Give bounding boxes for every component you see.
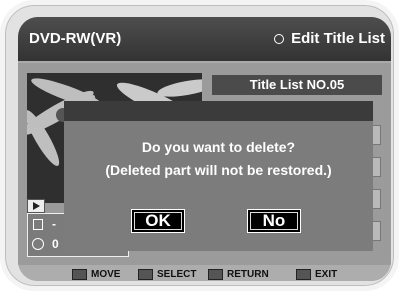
tv-bezel: DVD-RW(VR) Edit Title List Title List NO… (0, 0, 399, 291)
ok-button[interactable]: OK (131, 209, 185, 233)
help-exit: EXIT (296, 269, 337, 280)
title-bar: DVD-RW(VR) Edit Title List (18, 17, 391, 63)
help-exit-label: EXIT (315, 269, 338, 280)
document-icon (33, 219, 43, 230)
help-return: RETURN (208, 269, 269, 280)
disc-type-label: DVD-RW(VR) (29, 30, 122, 47)
help-move: MOVE (72, 269, 120, 280)
select-icon (138, 269, 153, 280)
clock-icon (32, 238, 44, 250)
no-button[interactable]: No (247, 209, 301, 233)
menu-title: Edit Title List (274, 30, 385, 47)
help-bar: MOVE SELECT RETURN EXIT (18, 265, 391, 281)
info-line2: 0 (52, 237, 59, 251)
dialog-message: Do you want to delete? (141, 139, 296, 155)
circle-icon (274, 33, 285, 44)
help-select: SELECT (138, 269, 196, 280)
delete-confirm-dialog: Do you want to delete? (Deleted part wil… (64, 101, 373, 251)
help-return-label: RETURN (227, 269, 269, 280)
help-select-label: SELECT (157, 269, 197, 280)
dialog-title-bar (64, 101, 373, 121)
menu-title-text: Edit Title List (291, 30, 385, 47)
osd-screen: DVD-RW(VR) Edit Title List Title List NO… (18, 17, 391, 281)
exit-icon (296, 269, 311, 280)
title-list-header: Title List NO.05 (212, 75, 382, 95)
move-icon (72, 269, 87, 280)
dialog-note: (Deleted part will not be restored.) (105, 162, 332, 178)
return-icon (208, 269, 223, 280)
help-move-label: MOVE (91, 269, 121, 280)
play-icon (27, 199, 45, 213)
info-line1: - (52, 217, 56, 231)
